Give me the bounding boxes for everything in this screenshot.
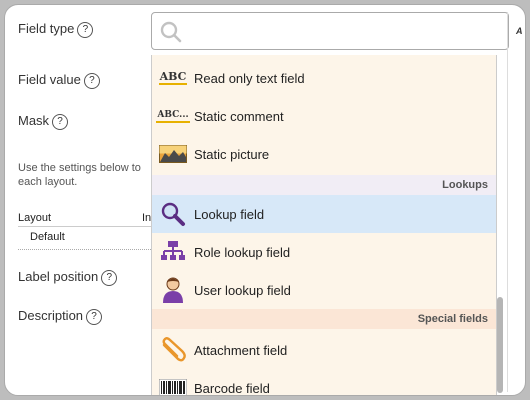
help-icon[interactable]: ? bbox=[52, 113, 69, 130]
dropdown-scrollbar[interactable] bbox=[497, 297, 503, 393]
search-icon bbox=[160, 21, 182, 43]
field-form: Field type? Field value? Mask? Use the s… bbox=[5, 5, 155, 395]
picture-icon bbox=[158, 141, 188, 167]
layout-value: Default bbox=[30, 231, 65, 243]
help-icon[interactable]: ? bbox=[83, 72, 100, 89]
option-role-lookup-field[interactable]: Role lookup field bbox=[152, 233, 496, 271]
paperclip-icon bbox=[158, 337, 188, 363]
layout-column-header: Layout bbox=[18, 212, 52, 224]
option-user-lookup-field[interactable]: User lookup field bbox=[152, 271, 496, 309]
abc-icon: ABC bbox=[158, 70, 188, 85]
field-type-search-input[interactable] bbox=[151, 12, 509, 50]
layout-row[interactable]: Default bbox=[18, 226, 155, 250]
mask-label: Mask? bbox=[18, 113, 69, 130]
column-letter-icon: A bbox=[516, 26, 523, 36]
label-position-label: Label position? bbox=[18, 269, 118, 286]
option-read-only-text-field[interactable]: ABC Read only text field bbox=[152, 59, 496, 97]
magnifier-icon bbox=[158, 201, 188, 227]
option-attachment-field[interactable]: Attachment field bbox=[152, 331, 496, 369]
layout-hint: Use the settings below to each layout. bbox=[18, 162, 141, 188]
option-lookup-field[interactable]: Lookup field bbox=[152, 195, 496, 233]
option-barcode-field[interactable]: Barcode field bbox=[152, 369, 496, 395]
group-header-special-fields: Special fields bbox=[152, 309, 496, 329]
field-settings-panel: Field type? Field value? Mask? Use the s… bbox=[4, 4, 526, 396]
right-column-edge: A bbox=[507, 12, 525, 392]
abc-comment-icon: ABC... bbox=[156, 103, 190, 129]
field-type-label: Field type? bbox=[18, 21, 94, 38]
in-column-header: In bbox=[142, 212, 152, 224]
help-icon[interactable]: ? bbox=[101, 269, 118, 286]
field-type-dropdown[interactable]: ABC Read only text field ABC... Static c… bbox=[151, 55, 497, 395]
field-value-label: Field value? bbox=[18, 72, 100, 89]
option-static-picture[interactable]: Static picture bbox=[152, 135, 496, 173]
description-label: Description? bbox=[18, 308, 103, 325]
help-icon[interactable]: ? bbox=[86, 308, 103, 325]
group-header-lookups: Lookups bbox=[152, 175, 496, 195]
user-icon bbox=[158, 277, 188, 303]
option-static-comment[interactable]: ABC... Static comment bbox=[152, 97, 496, 135]
barcode-icon bbox=[158, 375, 188, 395]
help-icon[interactable]: ? bbox=[77, 21, 94, 38]
org-chart-icon bbox=[158, 239, 188, 265]
